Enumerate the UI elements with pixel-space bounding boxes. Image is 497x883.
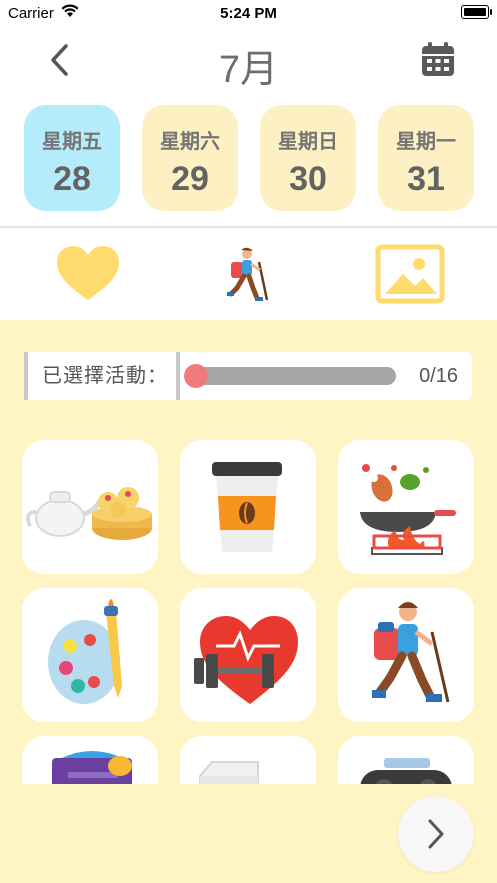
heart-dumbbell-icon <box>194 616 298 704</box>
selected-count: 0/16 <box>419 365 458 387</box>
heart-icon <box>57 246 119 300</box>
category-tabs <box>0 230 497 318</box>
battery-icon <box>461 5 492 19</box>
progress-thumb <box>184 364 208 388</box>
tab-photo[interactable] <box>370 240 450 308</box>
selected-activities-bar: 已選擇活動： 0/16 <box>24 352 472 400</box>
day-date: 28 <box>53 160 91 198</box>
activity-card-cooking[interactable] <box>338 440 474 574</box>
divider <box>0 226 497 228</box>
cooking-pan-icon <box>360 464 456 555</box>
day-card-31[interactable]: 星期一 31 <box>378 105 474 211</box>
calendar-icon <box>422 42 454 76</box>
image-icon <box>375 244 445 304</box>
next-button[interactable] <box>398 796 474 872</box>
hiker-icon <box>372 602 450 703</box>
chevron-right-icon <box>428 819 444 849</box>
paint-palette-icon <box>48 599 122 704</box>
day-card-29[interactable]: 星期六 29 <box>142 105 238 211</box>
day-selector: 星期五 28 星期六 29 星期日 30 星期一 31 <box>0 105 497 215</box>
day-weekday: 星期一 <box>396 131 456 153</box>
selected-activities-label: 已選擇活動： <box>24 352 180 400</box>
tab-activity[interactable] <box>208 240 288 308</box>
status-bar: Carrier 5:24 PM <box>0 0 497 28</box>
activity-card-dim-sum[interactable] <box>22 440 158 574</box>
day-card-28[interactable]: 星期五 28 <box>24 105 120 211</box>
day-date: 31 <box>407 160 445 198</box>
calendar-button[interactable] <box>416 40 460 80</box>
day-date: 29 <box>171 160 209 198</box>
dim-sum-tea-icon <box>26 487 152 540</box>
activity-card-hiking[interactable] <box>338 588 474 722</box>
nav-bar: 7月 <box>0 30 497 91</box>
day-date: 30 <box>289 160 327 198</box>
activity-card-painting[interactable] <box>22 588 158 722</box>
activity-card-fitness[interactable] <box>180 588 316 722</box>
day-card-30[interactable]: 星期日 30 <box>260 105 356 211</box>
coffee-cup-icon <box>212 462 282 552</box>
day-weekday: 星期日 <box>278 131 338 153</box>
status-time: 5:24 PM <box>220 5 277 22</box>
tab-mood[interactable] <box>48 240 128 308</box>
hiker-icon <box>227 247 269 301</box>
day-weekday: 星期五 <box>42 131 102 153</box>
day-weekday: 星期六 <box>160 131 220 153</box>
progress-track <box>184 364 396 388</box>
activity-card-coffee[interactable] <box>180 440 316 574</box>
